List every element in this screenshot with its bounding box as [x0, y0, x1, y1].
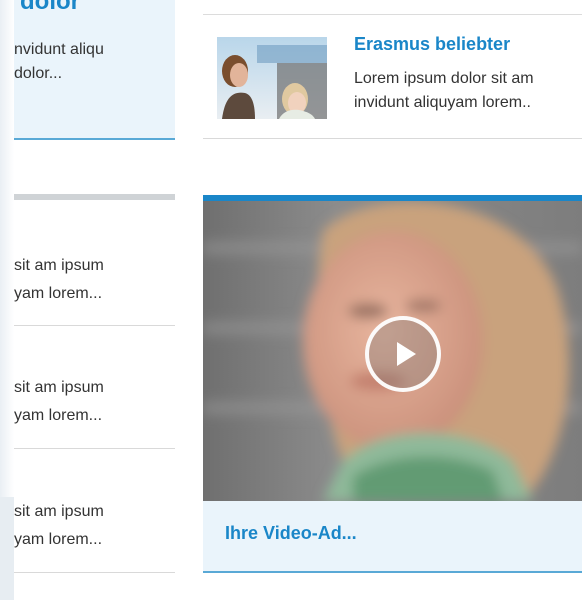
list-item-line-2: yam lorem...: [14, 531, 103, 548]
video-player[interactable]: [203, 201, 582, 501]
teaser-title: dolor: [20, 0, 80, 15]
teaser-text-line-1: nvidunt aliqu: [14, 41, 104, 58]
list-separator: [14, 572, 175, 573]
article-text-line-1: Lorem ipsum dolor sit am: [354, 70, 534, 87]
page: dolor nvidunt aliqu dolor... sit am ipsu…: [0, 0, 582, 600]
video-teaser[interactable]: Ihre Video-Ad...: [203, 195, 582, 573]
list-separator: [14, 448, 175, 449]
list-item-line-1: sit am ipsum: [14, 379, 104, 396]
teaser-text: nvidunt aliqu dolor...: [14, 38, 175, 86]
video-caption[interactable]: Ihre Video-Ad...: [225, 523, 357, 544]
list-item-line-2: yam lorem...: [14, 285, 103, 302]
list-item[interactable]: sit am ipsum yam lorem...: [14, 498, 175, 560]
video-caption-box[interactable]: Ihre Video-Ad...: [203, 501, 582, 573]
list-item-line-1: sit am ipsum: [14, 503, 104, 520]
list-item-line-2: yam lorem...: [14, 407, 103, 424]
left-column: dolor nvidunt aliqu dolor... sit am ipsu…: [14, 0, 175, 600]
article-teaser[interactable]: Erasmus beliebter Lorem ipsum dolor sit …: [203, 15, 582, 138]
list-separator: [14, 325, 175, 326]
article-title[interactable]: Erasmus beliebter: [354, 34, 510, 55]
article-divider: [203, 138, 582, 139]
article-text-line-2: invidunt aliquyam lorem..: [354, 94, 531, 111]
section-divider: [14, 194, 175, 200]
photo-thumbnail-icon: [217, 37, 327, 119]
list-item[interactable]: sit am ipsum yam lorem...: [14, 252, 175, 314]
list-item-line-1: sit am ipsum: [14, 257, 104, 274]
article-thumbnail[interactable]: [217, 37, 327, 119]
article-text: Lorem ipsum dolor sit am invidunt aliquy…: [354, 67, 582, 115]
right-column: Erasmus beliebter Lorem ipsum dolor sit …: [203, 0, 582, 600]
play-button[interactable]: [365, 316, 441, 392]
list-item[interactable]: sit am ipsum yam lorem...: [14, 374, 175, 436]
left-bottom-blur: [0, 497, 14, 600]
teaser-card-left[interactable]: dolor nvidunt aliqu dolor...: [14, 0, 175, 140]
play-icon: [397, 342, 416, 366]
teaser-text-line-2: dolor...: [14, 65, 63, 82]
